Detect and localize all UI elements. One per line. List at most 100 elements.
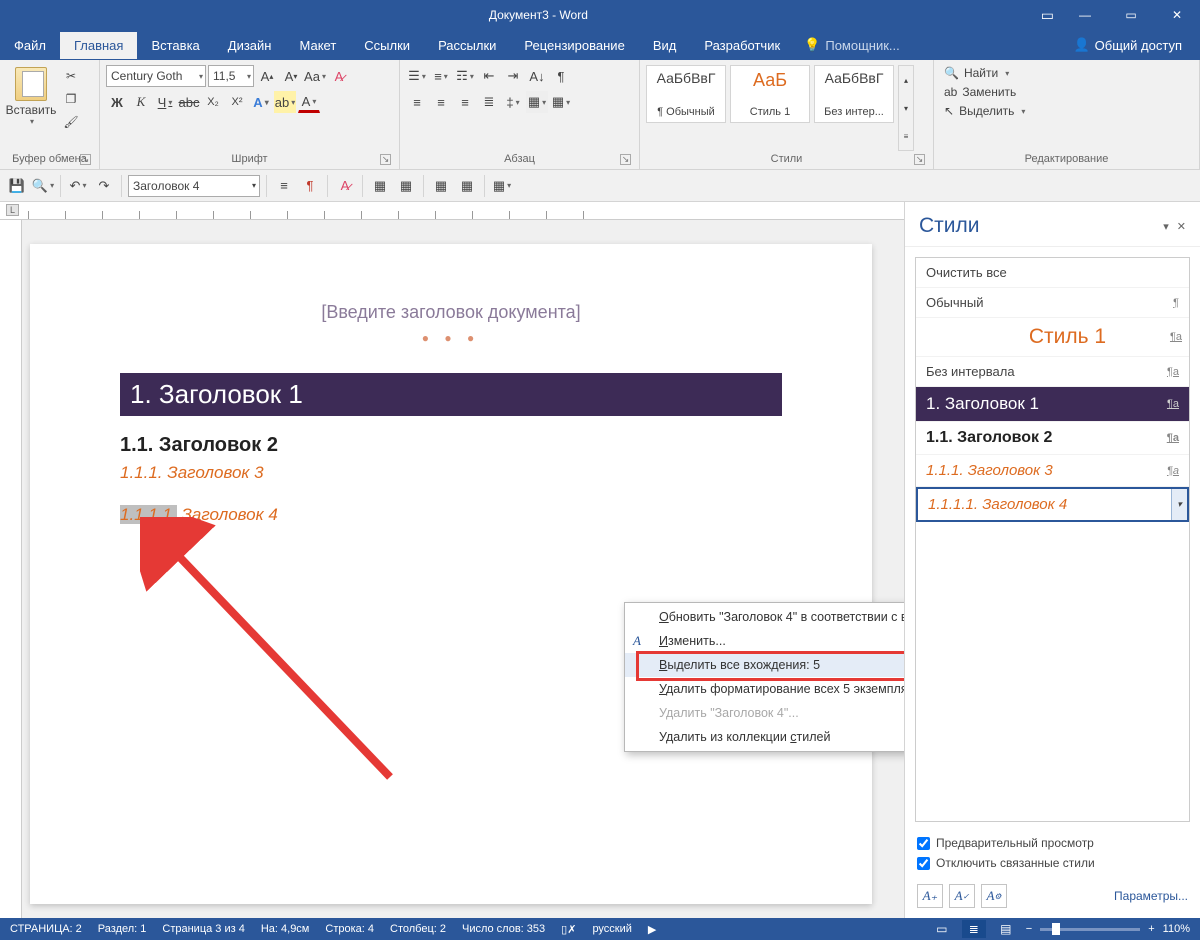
style-normal[interactable]: АаБбВвГ¶ Обычный [646,65,726,123]
style-h3-item[interactable]: 1.1.1. Заголовок 3¶a [916,455,1189,487]
justify-button[interactable]: ≣ [478,91,500,113]
manage-styles-button[interactable]: A⚙ [981,884,1007,908]
heading-3[interactable]: 1.1.1. Заголовок 3 [120,463,782,483]
zoom-level[interactable]: 110% [1163,923,1190,935]
zoom-out-button[interactable]: − [1026,923,1032,935]
dialog-launcher-icon[interactable]: ↘ [914,154,925,165]
web-layout-button[interactable]: ▤ [994,920,1018,938]
status-word-count[interactable]: Число слов: 353 [462,923,545,935]
change-case-button[interactable]: Aa▾ [304,65,326,87]
show-marks-button[interactable]: ¶ [550,65,572,87]
replace-button[interactable]: abЗаменить [940,84,1029,100]
menu-clear-formatting[interactable]: Удалить форматирование всех 5 экземпляро… [625,677,904,701]
grow-font-button[interactable]: A▴ [256,65,278,87]
horizontal-ruler[interactable]: L [0,202,904,220]
tab-layout[interactable]: Макет [285,32,350,59]
preview-checkbox[interactable]: Предварительный просмотр [917,836,1188,850]
tab-file[interactable]: Файл [0,32,60,59]
zoom-in-button[interactable]: + [1148,923,1154,935]
status-line[interactable]: Строка: 4 [325,923,374,935]
style-nospace[interactable]: АаБбВвГБез интер... [814,65,894,123]
cut-button[interactable]: ✂ [60,65,82,87]
style-h4-item[interactable]: 1.1.1.1. Заголовок 4▾ [916,487,1189,522]
shading-button[interactable]: ▦▾ [526,91,548,113]
dialog-launcher-icon[interactable]: ↘ [620,154,631,165]
zoom-slider[interactable] [1040,928,1140,931]
font-color-button[interactable]: A▾ [298,91,320,113]
italic-button[interactable]: К [130,91,152,113]
tell-me[interactable]: 💡Помощник... [804,37,900,53]
find-button[interactable]: 🔍Найти▾ [940,65,1029,81]
share-button[interactable]: 👤Общий доступ [1063,31,1192,59]
redo-button[interactable]: ↷ [93,175,115,197]
pane-options-link[interactable]: Параметры... [1114,889,1188,903]
align-right-button[interactable]: ≡ [454,91,476,113]
qat-btn-5[interactable]: ▦ [395,175,417,197]
style-nospace-item[interactable]: Без интервала¶a [916,357,1189,387]
menu-remove-from-gallery[interactable]: Удалить из коллекции стилей [625,725,904,749]
qat-btn-6[interactable]: ▦ [430,175,452,197]
heading-1[interactable]: 1. Заголовок 1 [120,373,782,416]
tab-mailings[interactable]: Рассылки [424,32,510,59]
bullets-button[interactable]: ☰▾ [406,65,428,87]
subscript-button[interactable]: X₂ [202,91,224,113]
title-placeholder[interactable]: [Введите заголовок документа] [30,302,872,323]
superscript-button[interactable]: X² [226,91,248,113]
sort-button[interactable]: A↓ [526,65,548,87]
paste-button[interactable]: Вставить ▾ [6,63,56,151]
status-page-of[interactable]: Страница 3 из 4 [162,923,244,935]
page[interactable]: [Введите заголовок документа] ● ● ● 1. З… [30,244,872,904]
text-effects-button[interactable]: A▾ [250,91,272,113]
status-at[interactable]: На: 4,9см [261,923,310,935]
disable-linked-checkbox[interactable]: Отключить связанные стили [917,856,1188,870]
read-mode-button[interactable]: ▭ [930,920,954,938]
tab-review[interactable]: Рецензирование [510,32,638,59]
heading-2[interactable]: 1.1. Заголовок 2 [120,434,782,457]
save-button[interactable]: 💾 [6,175,28,197]
clear-format-button[interactable]: A̷ [328,65,350,87]
pane-close-icon[interactable]: ✕ [1177,220,1186,233]
indent-button[interactable]: ⇥ [502,65,524,87]
style-h1-item[interactable]: 1. Заголовок 1¶a [916,387,1189,422]
highlight-button[interactable]: ab▾ [274,91,296,113]
tab-design[interactable]: Дизайн [214,32,286,59]
borders-button[interactable]: ▦▾ [550,91,572,113]
qat-btn-7[interactable]: ▦ [456,175,478,197]
underline-button[interactable]: Ч▾ [154,91,176,113]
styles-scroll[interactable]: ▴▾≡ [898,65,914,151]
status-column[interactable]: Столбец: 2 [390,923,446,935]
qat-btn-8[interactable]: ▦▾ [491,175,513,197]
align-center-button[interactable]: ≡ [430,91,452,113]
dialog-launcher-icon[interactable]: ↘ [380,154,391,165]
style-h2-item[interactable]: 1.1. Заголовок 2¶a [916,422,1189,455]
tab-home[interactable]: Главная [60,32,137,59]
undo-button[interactable]: ↶▾ [67,175,89,197]
qat-btn-3[interactable]: A̷ [334,175,356,197]
numbering-button[interactable]: ≡▾ [430,65,452,87]
status-spellcheck-icon[interactable]: ▯✗ [561,923,576,936]
status-macro-icon[interactable]: ▶ [648,923,656,936]
font-name-select[interactable]: Century Goth▾ [106,65,206,87]
dialog-launcher-icon[interactable]: ↘ [80,154,91,165]
status-section[interactable]: Раздел: 1 [98,923,147,935]
copy-button[interactable]: ❐ [60,88,82,110]
qat-find-button[interactable]: 🔍▾ [32,175,54,197]
multilevel-button[interactable]: ☶▾ [454,65,476,87]
select-button[interactable]: ↖Выделить▾ [940,103,1029,119]
shrink-font-button[interactable]: A▾ [280,65,302,87]
tab-references[interactable]: Ссылки [350,32,424,59]
tab-insert[interactable]: Вставка [137,32,213,59]
style-clear-all[interactable]: Очистить все [916,258,1189,288]
font-size-select[interactable]: 11,5▾ [208,65,254,87]
new-style-button[interactable]: A₊ [917,884,943,908]
style-dropdown-button[interactable]: ▾ [1171,489,1187,520]
status-page[interactable]: СТРАНИЦА: 2 [10,923,82,935]
style-1-item[interactable]: Стиль 1¶a [916,318,1189,357]
qat-btn-1[interactable]: ≡ [273,175,295,197]
line-spacing-button[interactable]: ‡▾ [502,91,524,113]
close-button[interactable]: ✕ [1154,0,1200,30]
style-normal-item[interactable]: Обычный¶ [916,288,1189,318]
style-selector[interactable]: Заголовок 4▾ [128,175,260,197]
strike-button[interactable]: abc [178,91,200,113]
heading-4[interactable]: 1.1.1.1. Заголовок 4 [120,505,782,525]
